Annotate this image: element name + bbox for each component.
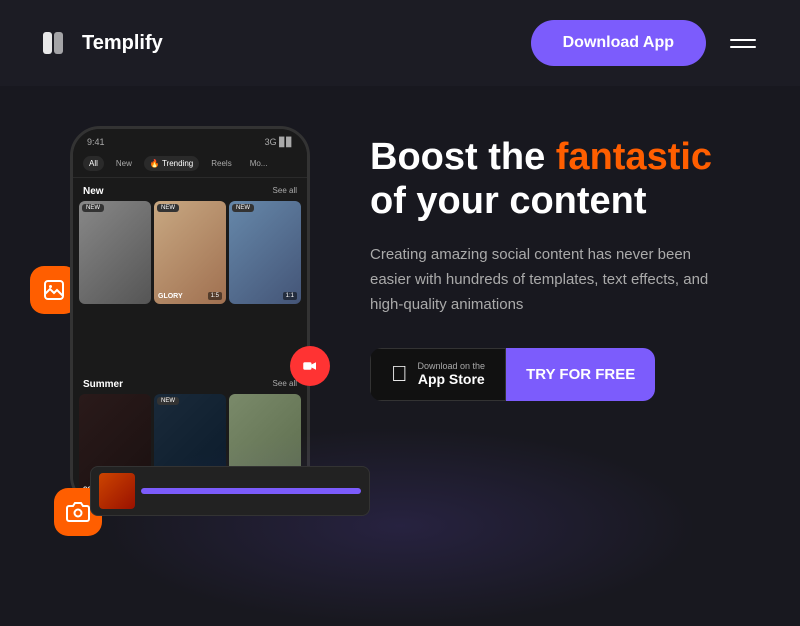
heading-part1: Boost the bbox=[370, 136, 556, 178]
app-store-text-block: Download on the App Store bbox=[418, 361, 486, 389]
card-counter-3: 1:1 bbox=[283, 292, 297, 300]
tab-more[interactable]: Mo... bbox=[244, 156, 274, 171]
camera-icon bbox=[66, 500, 90, 524]
menu-line-2 bbox=[730, 46, 756, 48]
phone-card-1[interactable]: NEW bbox=[79, 201, 151, 304]
new-badge-5: NEW bbox=[157, 397, 179, 405]
section1-header: New See all bbox=[73, 178, 307, 201]
logo-icon bbox=[40, 27, 72, 59]
tab-reels[interactable]: Reels bbox=[205, 156, 237, 171]
float-record-button[interactable] bbox=[290, 346, 330, 386]
phone-mockup: 9:41 3G ▊▊ All New 🔥 Trending Reels Mo..… bbox=[70, 126, 310, 506]
phone-time: 9:41 bbox=[87, 137, 105, 148]
cta-row:  Download on the App Store TRY FOR FREE bbox=[370, 348, 655, 402]
tab-all[interactable]: All bbox=[83, 156, 104, 171]
phone-tabs: All New 🔥 Trending Reels Mo... bbox=[73, 152, 307, 178]
hero-content: Boost the fantastic of your content Crea… bbox=[370, 126, 760, 401]
record-icon bbox=[301, 357, 319, 375]
card-counter-2: 1:5 bbox=[208, 292, 222, 300]
section1-title: New bbox=[83, 186, 104, 197]
phone-signal: 3G ▊▊ bbox=[265, 137, 293, 148]
menu-line-1 bbox=[730, 39, 756, 41]
header-right: Download App bbox=[531, 20, 760, 66]
new-badge-3: NEW bbox=[232, 204, 254, 212]
logo-text: Templify bbox=[82, 32, 163, 55]
section2-see-all[interactable]: See all bbox=[273, 379, 297, 390]
phone-grid-1: NEW NEW GLORY 1:5 NEW 1:1 bbox=[73, 201, 307, 371]
menu-button[interactable] bbox=[726, 35, 760, 52]
video-track[interactable] bbox=[141, 488, 361, 494]
app-store-button[interactable]:  Download on the App Store bbox=[370, 348, 506, 402]
phone-container: 9:41 3G ▊▊ All New 🔥 Trending Reels Mo..… bbox=[40, 126, 340, 506]
apple-icon:  bbox=[391, 361, 408, 387]
heading-part2: of your content bbox=[370, 180, 647, 222]
tab-new[interactable]: New bbox=[110, 156, 138, 171]
video-bar bbox=[90, 466, 370, 516]
new-badge-2: NEW bbox=[157, 204, 179, 212]
logo-area: Templify bbox=[40, 27, 163, 59]
section2-header: Summer See all bbox=[73, 371, 307, 394]
download-app-button[interactable]: Download App bbox=[531, 20, 706, 66]
hero-heading: Boost the fantastic of your content bbox=[370, 136, 760, 223]
tab-trending[interactable]: 🔥 Trending bbox=[144, 156, 199, 171]
video-thumbnail bbox=[99, 473, 135, 509]
new-badge-1: NEW bbox=[82, 204, 104, 212]
phone-card-2[interactable]: NEW GLORY 1:5 bbox=[154, 201, 226, 304]
hero-description: Creating amazing social content has neve… bbox=[370, 243, 710, 317]
heading-highlight: fantastic bbox=[556, 136, 712, 178]
phone-card-3[interactable]: NEW 1:1 bbox=[229, 201, 301, 304]
try-free-button[interactable]: TRY FOR FREE bbox=[506, 348, 655, 402]
section1-see-all[interactable]: See all bbox=[273, 186, 297, 197]
app-store-sub-label: Download on the bbox=[418, 361, 486, 372]
app-store-main-label: App Store bbox=[418, 371, 486, 388]
header: Templify Download App bbox=[0, 0, 800, 86]
image-icon bbox=[42, 278, 66, 302]
phone-status-bar: 9:41 3G ▊▊ bbox=[73, 129, 307, 152]
section2-title: Summer bbox=[83, 379, 123, 390]
hero-section: 9:41 3G ▊▊ All New 🔥 Trending Reels Mo..… bbox=[0, 86, 800, 506]
